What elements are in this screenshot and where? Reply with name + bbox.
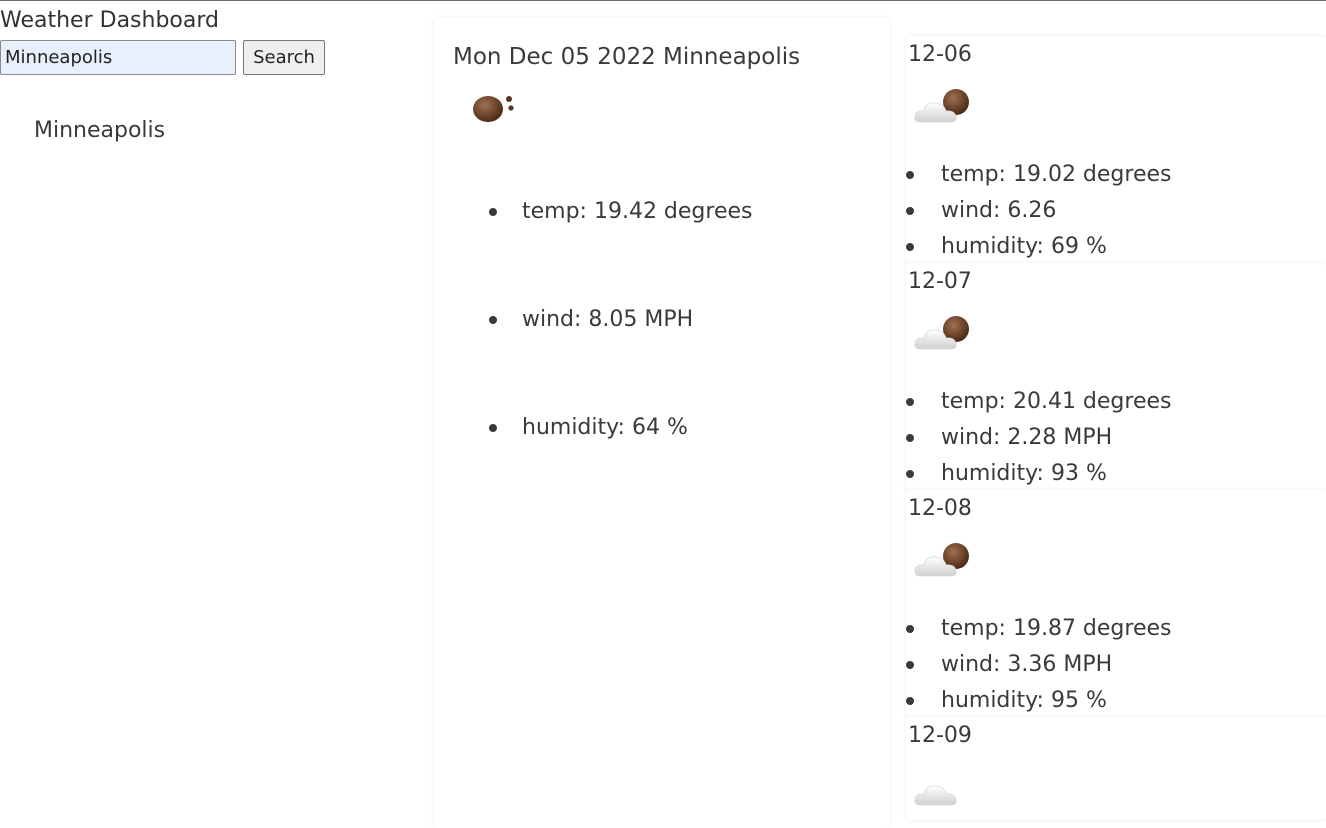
forecast-temp: temp: 19.02 degrees <box>906 160 1172 190</box>
current-humidity: humidity: 64 % <box>489 413 688 443</box>
cloud-sun-icon <box>914 543 969 577</box>
forecast-wind: wind: 2.28 MPH <box>906 423 1113 453</box>
bullet <box>906 661 914 669</box>
cloud-sun-icon <box>914 89 969 123</box>
bullet <box>906 398 914 406</box>
forecast-humidity-text: humidity: 93 % <box>941 461 1107 486</box>
bullet <box>906 243 914 251</box>
forecast-column: 12-06 temp: 19.02 degrees wind: 6.26 hum… <box>906 36 1326 820</box>
forecast-card: 12-07 temp: 20.41 degrees wind: 2.28 MPH… <box>906 263 1326 490</box>
search-button[interactable]: Search <box>243 40 325 75</box>
current-title: Mon Dec 05 2022 Minneapolis <box>453 44 801 70</box>
forecast-humidity: humidity: 69 % <box>906 232 1107 262</box>
forecast-card: 12-09 <box>906 717 1326 820</box>
current-weather-card: Mon Dec 05 2022 Minneapolis temp: 19.42 … <box>434 18 890 828</box>
forecast-temp-text: temp: 20.41 degrees <box>941 389 1172 414</box>
forecast-humidity-text: humidity: 69 % <box>941 234 1107 259</box>
current-temp: temp: 19.42 degrees <box>489 197 753 227</box>
top-border <box>0 0 1326 1</box>
forecast-temp-text: temp: 19.02 degrees <box>941 162 1172 187</box>
app-title: Weather Dashboard <box>0 8 219 33</box>
forecast-wind-text: wind: 2.28 MPH <box>941 425 1113 450</box>
bullet <box>906 697 914 705</box>
forecast-humidity-text: humidity: 95 % <box>941 688 1107 713</box>
forecast-humidity: humidity: 93 % <box>906 459 1107 489</box>
cloud-sun-icon <box>914 316 969 350</box>
search-input[interactable] <box>0 40 236 75</box>
weather-rain-icon <box>473 96 514 122</box>
forecast-temp: temp: 20.41 degrees <box>906 387 1172 417</box>
forecast-date: 12-08 <box>908 496 972 521</box>
current-wind-text: wind: 8.05 MPH <box>522 307 694 332</box>
forecast-humidity: humidity: 95 % <box>906 686 1107 716</box>
current-temp-text: temp: 19.42 degrees <box>522 199 753 224</box>
forecast-card: 12-06 temp: 19.02 degrees wind: 6.26 hum… <box>906 36 1326 263</box>
forecast-temp: temp: 19.87 degrees <box>906 614 1172 644</box>
forecast-temp-text: temp: 19.87 degrees <box>941 616 1172 641</box>
current-wind: wind: 8.05 MPH <box>489 305 694 335</box>
history-item-minneapolis[interactable]: Minneapolis <box>34 116 165 146</box>
bullet <box>489 424 497 432</box>
current-humidity-text: humidity: 64 % <box>522 415 688 440</box>
cloud-icon <box>914 785 957 806</box>
forecast-date: 12-09 <box>908 723 972 748</box>
bullet <box>906 625 914 633</box>
forecast-date: 12-06 <box>908 42 972 67</box>
bullet <box>489 208 497 216</box>
forecast-wind-text: wind: 3.36 MPH <box>941 652 1113 677</box>
bullet <box>906 207 914 215</box>
forecast-wind-text: wind: 6.26 <box>941 198 1057 223</box>
forecast-date: 12-07 <box>908 269 972 294</box>
bullet <box>906 171 914 179</box>
forecast-wind: wind: 3.36 MPH <box>906 650 1113 680</box>
forecast-card: 12-08 temp: 19.87 degrees wind: 3.36 MPH… <box>906 490 1326 717</box>
bullet <box>906 434 914 442</box>
bullet <box>906 470 914 478</box>
bullet <box>489 316 497 324</box>
forecast-wind: wind: 6.26 <box>906 196 1057 226</box>
